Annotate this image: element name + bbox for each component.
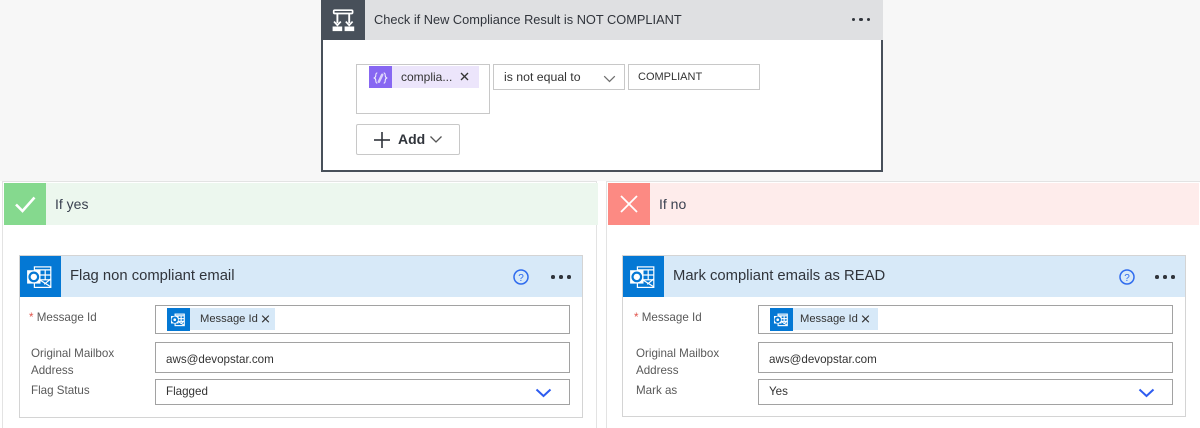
- svg-text:?: ?: [1124, 273, 1130, 284]
- svg-text:?: ?: [518, 273, 524, 284]
